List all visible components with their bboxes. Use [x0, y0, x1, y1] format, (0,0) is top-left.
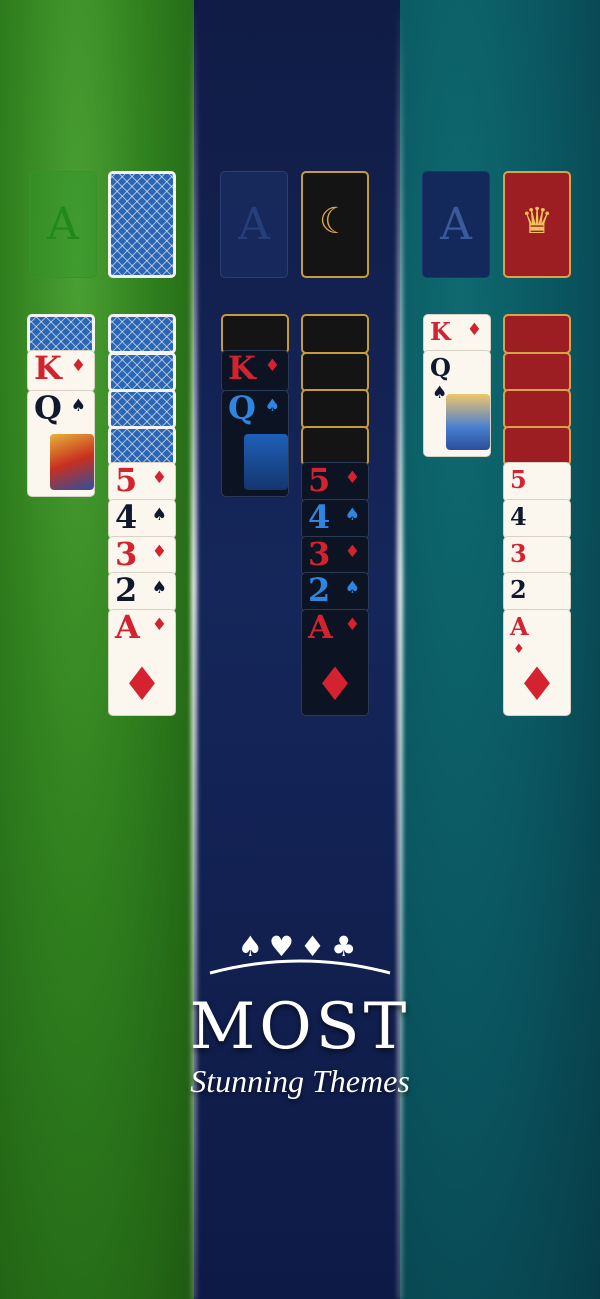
queen-portrait-icon — [50, 434, 94, 490]
foundation-letter: A — [440, 199, 472, 250]
headline-subtitle: Stunning Themes — [190, 1063, 410, 1099]
face-down-card — [301, 426, 369, 466]
diamond-icon: ♦ — [314, 657, 356, 711]
card-king-diamonds[interactable]: K ♦ — [27, 350, 95, 392]
teal-theme-panel: A ♛ K ♦ Q ♠ 5 4 3 2 A ♦ ♦ — [400, 0, 600, 1299]
card-rank: K — [34, 350, 62, 387]
face-down-card — [108, 426, 176, 466]
card-two-spades[interactable]: 2 — [503, 572, 571, 612]
card-suit: ♠ — [151, 578, 167, 598]
card-suit: ♠ — [344, 578, 360, 598]
card-rank: 2 — [308, 572, 331, 609]
foundation-letter: A — [238, 199, 270, 250]
green-theme-panel: A K ♦ Q ♠ 5 ♦ 4 ♠ 3 ♦ 2 ♠ A ♦ ♦ — [0, 0, 194, 1299]
card-five-diamonds[interactable]: 5 ♦ — [301, 462, 369, 502]
card-rank: A — [115, 609, 140, 646]
face-down-card — [108, 352, 176, 392]
card-queen-spades[interactable]: Q ♠ — [423, 350, 491, 457]
foundation-slot[interactable]: A — [220, 171, 288, 278]
card-rank: 5 — [510, 465, 527, 494]
card-ace-diamonds[interactable]: A ♦ ♦ — [108, 609, 176, 716]
arc-ornament-icon — [209, 959, 391, 975]
card-suit: ♦ — [344, 468, 360, 488]
queen-portrait-icon — [446, 394, 490, 450]
face-down-card — [503, 426, 571, 466]
card-rank: 3 — [510, 539, 527, 568]
card-two-spades[interactable]: 2 ♠ — [108, 572, 176, 612]
card-rank: Q — [430, 353, 451, 382]
card-four-spades[interactable]: 4 ♠ — [301, 499, 369, 539]
face-down-card — [301, 352, 369, 392]
card-rank: 2 — [510, 575, 527, 604]
card-suit: ♦ — [70, 356, 86, 376]
card-suit: ♦ — [151, 468, 167, 488]
diamond-icon: ♦ — [121, 657, 163, 711]
face-down-card — [503, 314, 571, 354]
card-suit: ♦ — [466, 320, 482, 340]
face-down-card — [503, 352, 571, 392]
card-rank: Q — [34, 390, 62, 427]
card-rank: 5 — [308, 462, 331, 499]
face-down-card — [27, 314, 95, 354]
card-rank: 3 — [308, 536, 331, 573]
card-king-diamonds[interactable]: K ♦ — [221, 350, 289, 392]
card-four-spades[interactable]: 4 ♠ — [108, 499, 176, 539]
card-suit: ♠ — [151, 505, 167, 525]
card-suit: ♦ — [264, 356, 280, 376]
card-rank: 3 — [115, 536, 138, 573]
face-down-card — [108, 314, 176, 354]
face-down-card — [301, 314, 369, 354]
panel-divider — [191, 0, 197, 1299]
card-rank: 2 — [115, 572, 138, 609]
card-three-diamonds[interactable]: 3 ♦ — [108, 536, 176, 576]
card-suit: ♠ — [70, 396, 86, 416]
card-five-diamonds[interactable]: 5 ♦ — [108, 462, 176, 502]
foundation-letter: A — [47, 199, 79, 250]
card-queen-spades[interactable]: Q ♠ — [221, 390, 289, 497]
card-rank: 4 — [308, 499, 331, 536]
card-three-diamonds[interactable]: 3 ♦ — [301, 536, 369, 576]
card-suit: ♦ — [344, 542, 360, 562]
stock-pile[interactable]: ♛ — [503, 171, 571, 278]
diamond-icon: ♦ — [516, 657, 558, 711]
card-suit: ♦ — [151, 542, 167, 562]
card-suit: ♦ — [344, 615, 360, 635]
card-rank: 4 — [510, 502, 527, 531]
face-down-card — [221, 314, 289, 354]
card-ace-diamonds[interactable]: A ♦ ♦ — [503, 609, 571, 716]
foundation-slot[interactable]: A — [29, 171, 97, 278]
card-rank: 5 — [115, 462, 138, 499]
card-rank: K — [430, 317, 451, 346]
card-rank: A — [308, 609, 333, 646]
card-suit: ♠ — [344, 505, 360, 525]
headline-title: MOST — [189, 990, 411, 1064]
card-rank: Q — [228, 390, 256, 427]
card-two-spades[interactable]: 2 ♠ — [301, 572, 369, 612]
card-queen-spades[interactable]: Q ♠ — [27, 390, 95, 497]
card-three-diamonds[interactable]: 3 — [503, 536, 571, 576]
crown-icon: ♛ — [520, 201, 554, 242]
card-king-diamonds[interactable]: K ♦ — [423, 314, 491, 354]
face-down-card — [108, 389, 176, 429]
foundation-slot[interactable]: A — [422, 171, 490, 278]
card-rank: K — [228, 350, 256, 387]
card-suit: ♠ — [432, 383, 448, 403]
card-five-diamonds[interactable]: 5 — [503, 462, 571, 502]
face-down-card — [301, 389, 369, 429]
navy-theme-panel: A ☾ K ♦ Q ♠ 5 ♦ 4 ♠ 3 ♦ 2 ♠ A ♦ ♦ — [194, 0, 400, 1299]
card-suit: ♦ — [151, 615, 167, 635]
face-down-card — [503, 389, 571, 429]
moon-star-icon: ☾ — [318, 201, 352, 242]
card-suit: ♠ — [264, 396, 280, 416]
stock-pile[interactable]: ☾ — [301, 171, 369, 278]
card-rank: 4 — [115, 499, 138, 536]
panel-divider — [397, 0, 403, 1299]
queen-portrait-icon — [244, 434, 288, 490]
stock-pile[interactable] — [108, 171, 176, 278]
card-ace-diamonds[interactable]: A ♦ ♦ — [301, 609, 369, 716]
card-four-spades[interactable]: 4 — [503, 499, 571, 539]
